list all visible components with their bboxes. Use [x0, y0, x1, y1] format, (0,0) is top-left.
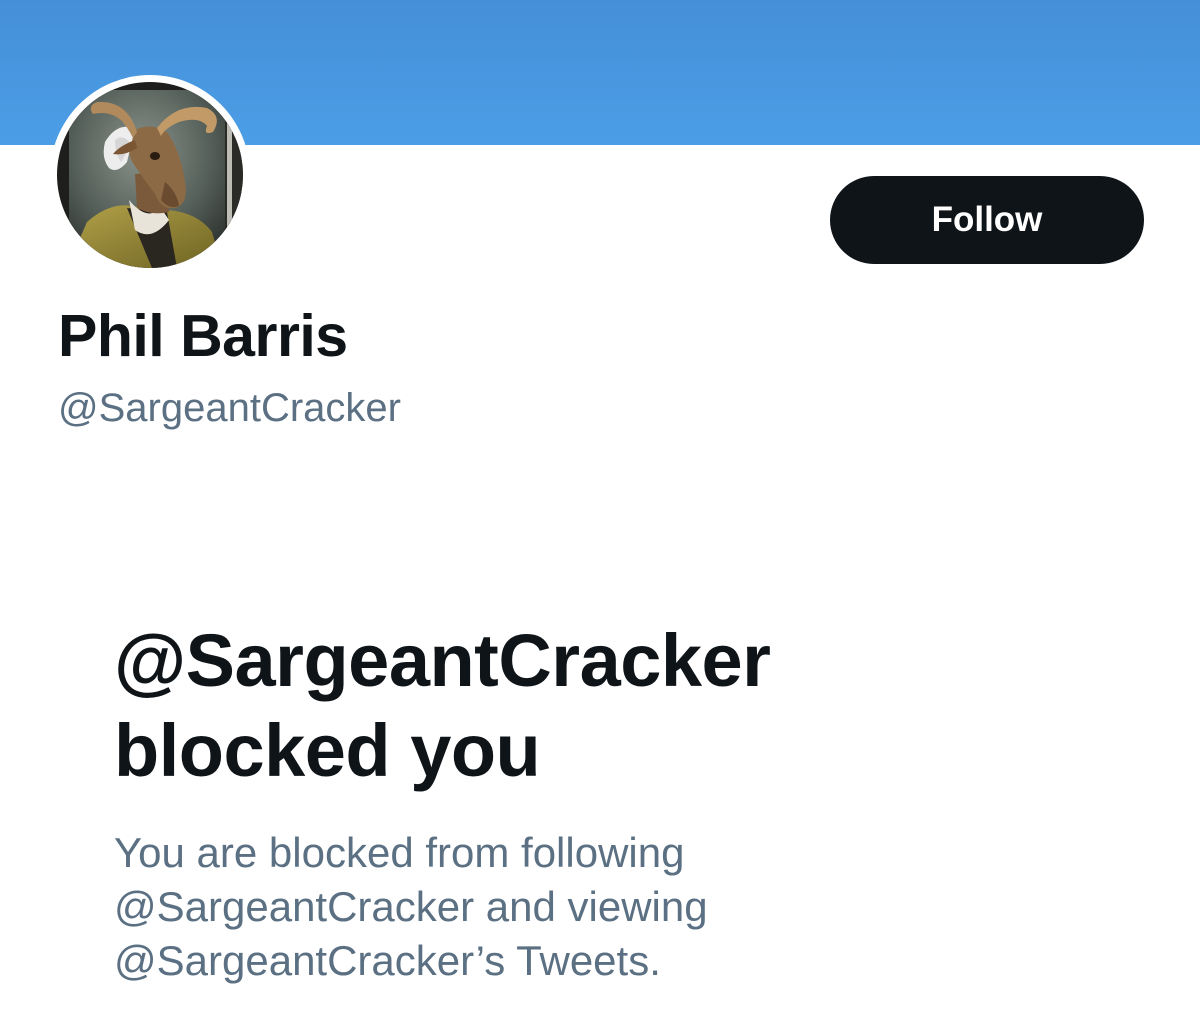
user-handle: @SargeantCracker: [58, 386, 401, 430]
display-name: Phil Barris: [58, 303, 348, 369]
blocked-title-line-1: @SargeantCracker: [114, 619, 771, 702]
blocked-description-line-3: @SargeantCracker’s Tweets.: [114, 937, 661, 984]
avatar[interactable]: [50, 75, 250, 275]
blocked-description: You are blocked from following @Sargeant…: [114, 826, 1014, 988]
blocked-description-line-1: You are blocked from following: [114, 829, 685, 876]
goat-portrait-icon: [57, 82, 243, 268]
follow-button[interactable]: Follow: [830, 176, 1144, 264]
blocked-title: @SargeantCracker blocked you: [114, 616, 771, 796]
profile-page: Follow Phil Barris @SargeantCracker @Sar…: [0, 0, 1200, 1036]
blocked-description-line-2: @SargeantCracker and viewing: [114, 883, 708, 930]
blocked-title-line-2: blocked you: [114, 709, 541, 792]
